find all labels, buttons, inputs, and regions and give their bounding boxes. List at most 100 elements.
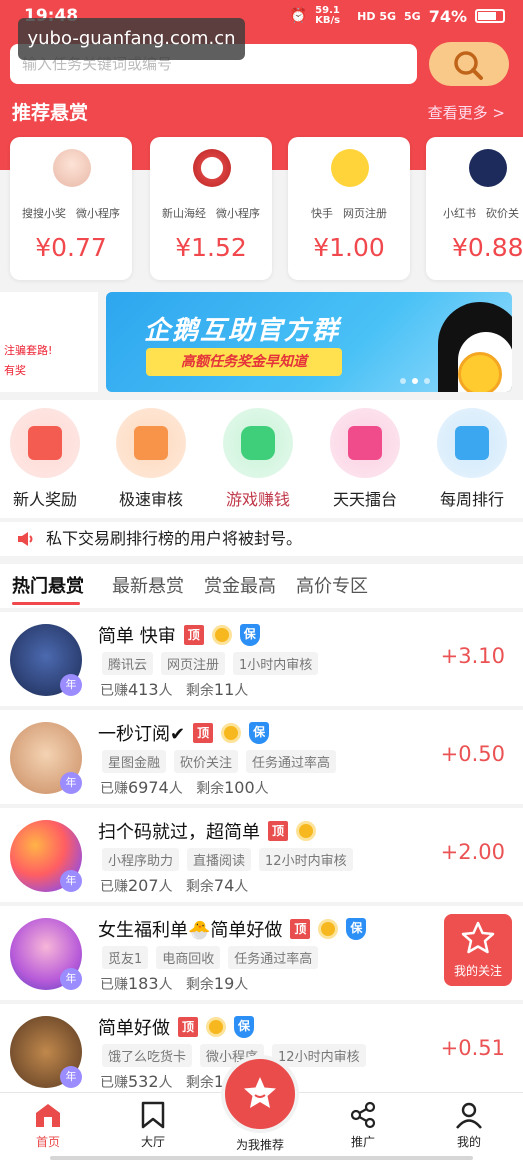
home-icon <box>36 1104 60 1127</box>
task-item[interactable]: 年 简单 快审 顶 保 腾讯云 网页注册 1小时内审核 已赚413人 剩余11人… <box>0 612 523 706</box>
task-stats: 已赚207人 剩余74人 <box>100 876 248 896</box>
reward-tags: 小红书 砍价关 <box>426 205 523 221</box>
nav-mine[interactable]: 我的 <box>434 1101 504 1150</box>
nav-hall[interactable]: 大厅 <box>118 1101 188 1150</box>
task-tag: 腾讯云 <box>102 652 154 675</box>
notice-text: 私下交易刷排行榜的用户将被封号。 <box>46 529 303 548</box>
reward-tag: 微小程序 <box>76 207 120 220</box>
quick-entry-label: 每周排行 <box>439 490 504 509</box>
task-title-row: 简单 快审 顶 保 <box>98 622 260 648</box>
tab-active-indicator <box>12 602 80 605</box>
status-icons: ⏰ 59.1 KB/s HD 5G 5G 74% <box>290 6 505 26</box>
reward-avatar <box>331 149 369 187</box>
watermark: yubo-guanfang.com.cn <box>18 18 245 60</box>
remaining-label: 剩余 <box>185 977 214 993</box>
speaker-icon <box>18 532 33 546</box>
nav-promote[interactable]: 推广 <box>328 1101 398 1150</box>
reward-avatar <box>53 149 91 187</box>
task-stats: 已赚413人 剩余11人 <box>100 680 248 700</box>
quick-entry-game-earn[interactable]: 游戏赚钱 <box>213 408 303 510</box>
task-stats: 已赚183人 剩余19人 <box>100 974 248 994</box>
reward-card[interactable]: 搜搜小奖 微小程序 ¥0.77 <box>10 137 132 280</box>
task-item[interactable]: 年 一秒订阅✔ 顶 保 星图金融 砍价关注 任务通过率高 已赚6974人 剩余1… <box>0 710 523 804</box>
banner-dot <box>400 378 406 384</box>
gift-icon <box>10 408 80 478</box>
bar-chart-icon <box>437 408 507 478</box>
task-tag: 星图金融 <box>102 750 167 773</box>
promo-banner[interactable]: 企鹅互助官方群 高额任务奖金早知道 <box>106 292 512 392</box>
notice-bar[interactable]: 私下交易刷排行榜的用户将被封号。 <box>0 522 523 556</box>
banner-subtitle: 高额任务奖金早知道 <box>146 348 342 376</box>
remaining-label: 剩余 <box>196 781 225 797</box>
reward-card[interactable]: 快手 网页注册 ¥1.00 <box>288 137 410 280</box>
remaining-count: 74 <box>213 876 235 895</box>
banner-dot <box>424 378 430 384</box>
task-tag: 任务通过率高 <box>228 946 319 969</box>
quick-entry-new-user-reward[interactable]: 新人奖励 <box>0 408 90 510</box>
reward-avatar <box>193 149 231 187</box>
guarantee-shield-icon: 保 <box>234 1016 254 1038</box>
task-tag: 电商回收 <box>156 946 221 969</box>
gold-coin-icon <box>318 919 339 939</box>
guarantee-shield-icon: 保 <box>346 918 367 940</box>
task-item[interactable]: 年 扫个码就过，超简单 顶 小程序助力 直播阅读 12小时内审核 已赚207人 … <box>0 808 523 902</box>
nav-recommend-label: 为我推荐 <box>235 1138 284 1152</box>
remaining-unit: 人 <box>234 977 249 993</box>
pin-top-badge: 顶 <box>183 625 204 645</box>
share-icon <box>350 1101 376 1129</box>
quick-entry-fast-review[interactable]: 极速审核 <box>106 408 196 510</box>
document-icon <box>116 408 186 478</box>
quick-entry-weekly-ranking[interactable]: 每周排行 <box>427 408 517 510</box>
reward-card[interactable]: 新山海经 微小程序 ¥1.52 <box>150 137 272 280</box>
earned-label: 已赚 <box>100 1075 128 1091</box>
nav-promote-label: 推广 <box>350 1135 375 1149</box>
quick-entry-label: 天天擂台 <box>332 490 397 509</box>
task-tags: 星图金融 砍价关注 任务通过率高 <box>102 750 337 773</box>
tab-highest-reward[interactable]: 赏金最高 <box>204 572 276 598</box>
task-tabs: 热门悬赏 最新悬赏 赏金最高 高价专区 <box>0 564 523 608</box>
nav-mine-label: 我的 <box>456 1135 481 1149</box>
earned-unit: 人 <box>158 683 173 699</box>
earned-unit: 人 <box>158 977 173 993</box>
task-tag: 直播阅读 <box>187 848 252 871</box>
task-tag: 小程序助力 <box>102 848 180 871</box>
earned-unit: 人 <box>158 879 173 895</box>
task-price: +3.10 <box>440 644 505 668</box>
star-logo-icon <box>244 1077 276 1108</box>
recommended-title: 推荐悬赏 <box>12 102 89 124</box>
remaining-count: 19 <box>213 974 235 993</box>
star-icon <box>461 921 495 954</box>
task-tags: 觅友1 电商回收 任务通过率高 <box>102 946 319 969</box>
reward-card[interactable]: 小红书 砍价关 ¥0.88 <box>426 137 523 280</box>
search-button[interactable] <box>429 42 509 86</box>
see-more-link[interactable]: 查看更多 > <box>428 102 505 123</box>
my-follows-button[interactable]: 我的关注 <box>444 914 512 986</box>
earned-count: 413 <box>128 680 159 699</box>
remaining-label: 剩余 <box>185 879 214 895</box>
my-follows-label: 我的关注 <box>453 964 502 978</box>
banner-previous-slide[interactable]: 注骗套路! 有奖 <box>0 292 98 392</box>
alarm-icon: ⏰ <box>289 8 308 24</box>
gold-coin-icon <box>211 625 232 645</box>
earned-count: 183 <box>128 974 159 993</box>
quick-entry-label: 游戏赚钱 <box>225 490 290 509</box>
reward-avatar <box>469 149 507 187</box>
bookmark-icon <box>141 1101 165 1129</box>
task-title: 女生福利单🐣简单好做 <box>98 920 283 941</box>
reward-price: ¥0.77 <box>35 233 107 262</box>
task-tag: 1小时内审核 <box>233 652 319 675</box>
flag-icon <box>330 408 400 478</box>
tab-latest[interactable]: 最新悬赏 <box>112 572 184 598</box>
coin-icon <box>458 352 502 392</box>
tab-premium[interactable]: 高价专区 <box>296 572 368 598</box>
nav-home[interactable]: 首页 <box>13 1101 83 1150</box>
tab-hot[interactable]: 热门悬赏 <box>12 572 84 598</box>
gamepad-icon <box>223 408 293 478</box>
task-price: +0.51 <box>440 1036 505 1060</box>
remaining-count: 11 <box>213 680 235 699</box>
task-tag: 砍价关注 <box>174 750 239 773</box>
quick-entry-daily-arena[interactable]: 天天擂台 <box>320 408 410 510</box>
gold-coin-icon <box>206 1017 226 1037</box>
net-speed: 59.1 KB/s <box>315 5 341 26</box>
nav-recommend-button[interactable] <box>221 1055 299 1133</box>
